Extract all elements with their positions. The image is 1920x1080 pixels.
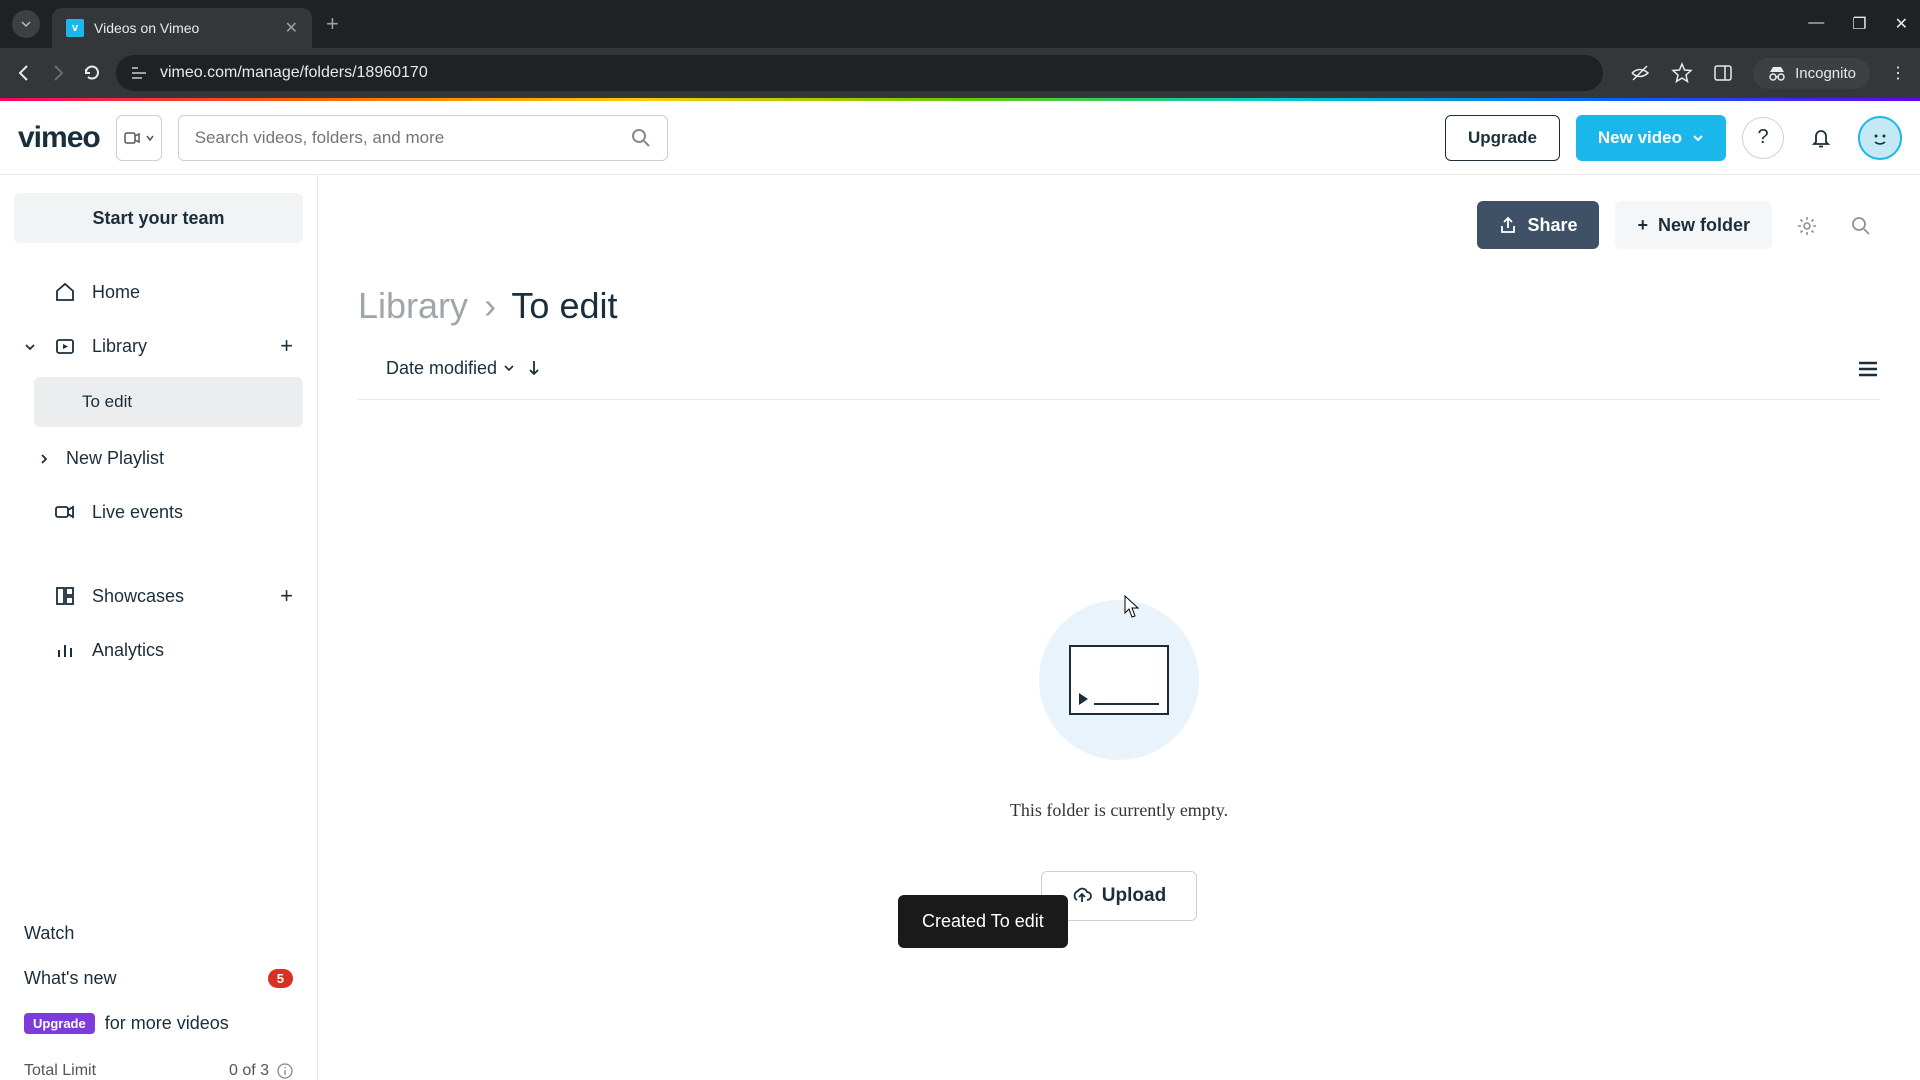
search-input[interactable] xyxy=(195,128,619,148)
main-content: Share + New folder Library › To edit Dat… xyxy=(318,175,1920,1080)
url-text: vimeo.com/manage/folders/18960170 xyxy=(160,64,428,82)
browser-tab-bar: v Videos on Vimeo ✕ + — ❐ ✕ xyxy=(0,0,1920,48)
close-window-button[interactable]: ✕ xyxy=(1895,14,1908,34)
chevron-right-icon[interactable] xyxy=(38,448,52,469)
info-icon[interactable] xyxy=(277,1062,293,1080)
record-icon xyxy=(123,129,141,147)
sidebar-item-library[interactable]: Library + xyxy=(14,319,303,373)
add-library-button[interactable]: + xyxy=(280,333,293,359)
toast-notification: Created To edit xyxy=(898,895,1068,948)
sort-direction-button[interactable] xyxy=(527,359,541,377)
upload-icon xyxy=(1072,886,1092,906)
new-video-button[interactable]: New video xyxy=(1576,115,1726,161)
browser-tab[interactable]: v Videos on Vimeo ✕ xyxy=(52,8,312,48)
app-switcher-button[interactable] xyxy=(116,115,162,161)
chevron-down-icon xyxy=(1692,132,1704,144)
new-folder-button[interactable]: + New folder xyxy=(1615,201,1772,249)
minimize-button[interactable]: — xyxy=(1808,14,1824,34)
empty-folder-state: This folder is currently empty. Upload xyxy=(358,600,1880,921)
library-icon xyxy=(52,335,78,357)
sidebar-link-watch[interactable]: Watch xyxy=(24,911,293,956)
close-tab-button[interactable]: ✕ xyxy=(285,18,298,38)
help-button[interactable]: ? xyxy=(1742,117,1784,159)
search-icon[interactable] xyxy=(1842,212,1880,238)
sidebar-item-analytics[interactable]: Analytics xyxy=(14,623,303,677)
sidebar-item-home[interactable]: Home xyxy=(14,265,303,319)
share-button[interactable]: Share xyxy=(1477,201,1599,249)
sidebar: Start your team Home Library + To edit xyxy=(0,175,318,1080)
usage-limit: Total Limit 0 of 3 xyxy=(24,1046,293,1080)
side-panel-icon[interactable] xyxy=(1713,63,1733,83)
list-view-toggle[interactable] xyxy=(1856,355,1880,381)
house-icon xyxy=(52,281,78,303)
video-camera-icon xyxy=(52,501,78,523)
start-team-button[interactable]: Start your team xyxy=(14,193,303,243)
empty-folder-message: This folder is currently empty. xyxy=(1010,800,1228,821)
plus-icon: + xyxy=(1637,215,1648,236)
sidebar-item-new-playlist[interactable]: New Playlist xyxy=(14,431,303,485)
empty-folder-icon xyxy=(1039,600,1199,760)
breadcrumb-current: To edit xyxy=(511,285,617,326)
incognito-indicator[interactable]: Incognito xyxy=(1753,58,1870,89)
tab-title: Videos on Vimeo xyxy=(94,20,275,36)
site-settings-icon[interactable] xyxy=(130,64,148,82)
sidebar-link-whats-new[interactable]: What's new 5 xyxy=(24,956,293,1001)
chevron-down-icon[interactable] xyxy=(24,336,38,357)
sidebar-item-live-events[interactable]: Live events xyxy=(14,485,303,539)
eye-off-icon[interactable] xyxy=(1629,62,1651,84)
upgrade-button[interactable]: Upgrade xyxy=(1445,115,1560,161)
breadcrumb-library[interactable]: Library xyxy=(358,285,468,326)
vimeo-favicon-icon: v xyxy=(66,19,84,37)
user-avatar[interactable] xyxy=(1858,116,1902,160)
add-showcase-button[interactable]: + xyxy=(280,583,293,609)
new-tab-button[interactable]: + xyxy=(326,11,339,37)
browser-menu-button[interactable]: ⋮ xyxy=(1890,63,1906,83)
vimeo-logo[interactable]: vimeo xyxy=(18,121,100,155)
showcases-icon xyxy=(52,585,78,607)
address-bar[interactable]: vimeo.com/manage/folders/18960170 xyxy=(116,55,1603,91)
bookmark-star-icon[interactable] xyxy=(1671,62,1693,84)
notifications-button[interactable] xyxy=(1800,117,1842,159)
reload-button[interactable] xyxy=(82,63,102,83)
sidebar-item-showcases[interactable]: Showcases + xyxy=(14,569,303,623)
settings-gear-icon[interactable] xyxy=(1788,212,1826,238)
breadcrumb: Library › To edit xyxy=(358,285,1880,327)
app-header: vimeo Upgrade New video ? xyxy=(0,101,1920,175)
sidebar-item-to-edit[interactable]: To edit xyxy=(34,377,303,427)
sidebar-link-upgrade[interactable]: Upgrade for more videos xyxy=(24,1001,293,1046)
chevron-down-icon xyxy=(503,362,515,374)
incognito-icon xyxy=(1767,65,1787,81)
share-icon xyxy=(1499,216,1517,234)
sort-dropdown[interactable]: Date modified xyxy=(386,358,515,379)
whats-new-badge: 5 xyxy=(268,969,293,988)
chevron-down-icon xyxy=(145,133,155,143)
tabs-dropdown-button[interactable] xyxy=(12,10,40,38)
search-icon[interactable] xyxy=(631,128,651,148)
search-box[interactable] xyxy=(178,115,668,161)
analytics-icon xyxy=(52,639,78,661)
back-button[interactable] xyxy=(14,63,34,83)
forward-button[interactable] xyxy=(48,63,68,83)
maximize-button[interactable]: ❐ xyxy=(1852,14,1866,34)
browser-toolbar: vimeo.com/manage/folders/18960170 Incogn… xyxy=(0,48,1920,98)
window-controls: — ❐ ✕ xyxy=(1808,14,1908,34)
